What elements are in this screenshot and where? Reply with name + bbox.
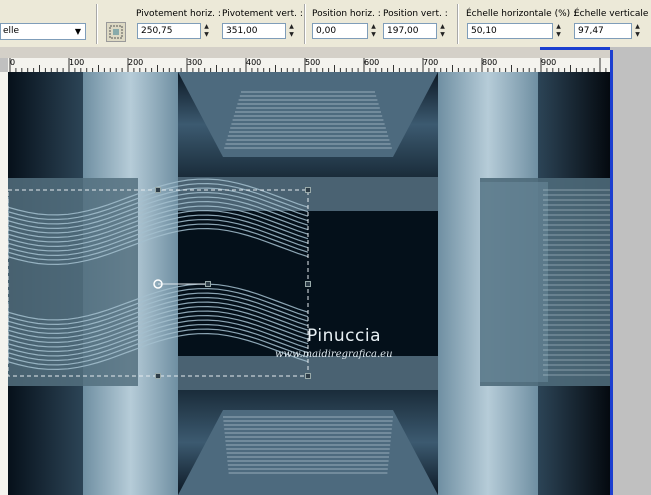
- ruler-label: 200: [128, 58, 144, 67]
- ruler-label: 400: [246, 58, 262, 67]
- pivot-y-input[interactable]: 351,00: [222, 23, 286, 39]
- tool-options-bar: elle ▼ Pivotement horiz. : 250,75 ▲ ▼ Piv…: [0, 0, 651, 48]
- workspace-background: [610, 47, 651, 495]
- ruler-label: 900: [541, 58, 557, 67]
- ruler-label: 0: [10, 58, 16, 67]
- transform-handle-bottom[interactable]: [155, 373, 161, 379]
- scale-y-input[interactable]: 97,47: [574, 23, 632, 39]
- ruler-label: 800: [482, 58, 498, 67]
- ruler-label: 100: [69, 58, 85, 67]
- window-frame-top: [540, 47, 613, 50]
- chevron-down-icon: ▼: [74, 27, 81, 36]
- ruler-label: 300: [187, 58, 203, 67]
- position-x-label: Position horiz. :: [312, 9, 381, 19]
- window-frame-edge: [610, 50, 613, 495]
- watermark-url: www.maidiregrafica.eu: [275, 349, 393, 360]
- transform-handle-right[interactable]: [305, 281, 311, 287]
- pivot-x-input[interactable]: 250,75: [137, 23, 201, 39]
- mode-dropdown-value: elle: [3, 26, 20, 36]
- scale-y-label: Échelle verticale (%: [574, 9, 651, 19]
- position-x-spinner[interactable]: ▲ ▼: [368, 23, 379, 39]
- transform-handle-top[interactable]: [155, 187, 161, 193]
- separator: [96, 4, 98, 44]
- position-y-spinner[interactable]: ▲ ▼: [437, 23, 448, 39]
- ruler-label: 600: [364, 58, 380, 67]
- pick-tool-icon[interactable]: [106, 22, 126, 42]
- position-x-input[interactable]: 0,00: [312, 23, 368, 39]
- watermark-name: Pinuccia: [307, 326, 381, 346]
- pivot-x-spinner[interactable]: ▲ ▼: [201, 23, 212, 39]
- separator: [304, 4, 306, 44]
- image-canvas[interactable]: [8, 72, 610, 495]
- mode-dropdown[interactable]: elle ▼: [0, 23, 86, 40]
- scale-x-input[interactable]: 50,10: [467, 23, 553, 39]
- pivot-x-label: Pivotement horiz. :: [136, 9, 221, 19]
- transform-handle-top-right[interactable]: [305, 187, 311, 193]
- transform-handle-bottom-right[interactable]: [305, 373, 311, 379]
- scale-x-label: Échelle horizontale (%) :: [466, 9, 577, 19]
- scale-y-spinner[interactable]: ▲ ▼: [632, 23, 643, 39]
- separator: [457, 4, 459, 44]
- scale-x-spinner[interactable]: ▲ ▼: [553, 23, 564, 39]
- horizontal-ruler: 0 100 200 300 400 500 600 700 800 900: [8, 58, 610, 73]
- ruler-label: 500: [305, 58, 321, 67]
- position-y-label: Position vert. :: [383, 9, 448, 19]
- rotation-handle[interactable]: [205, 281, 211, 287]
- pivot-y-spinner[interactable]: ▲ ▼: [286, 23, 297, 39]
- ruler-label: 700: [423, 58, 439, 67]
- pivot-y-label: Pivotement vert. :: [222, 9, 303, 19]
- position-y-input[interactable]: 197,00: [383, 23, 437, 39]
